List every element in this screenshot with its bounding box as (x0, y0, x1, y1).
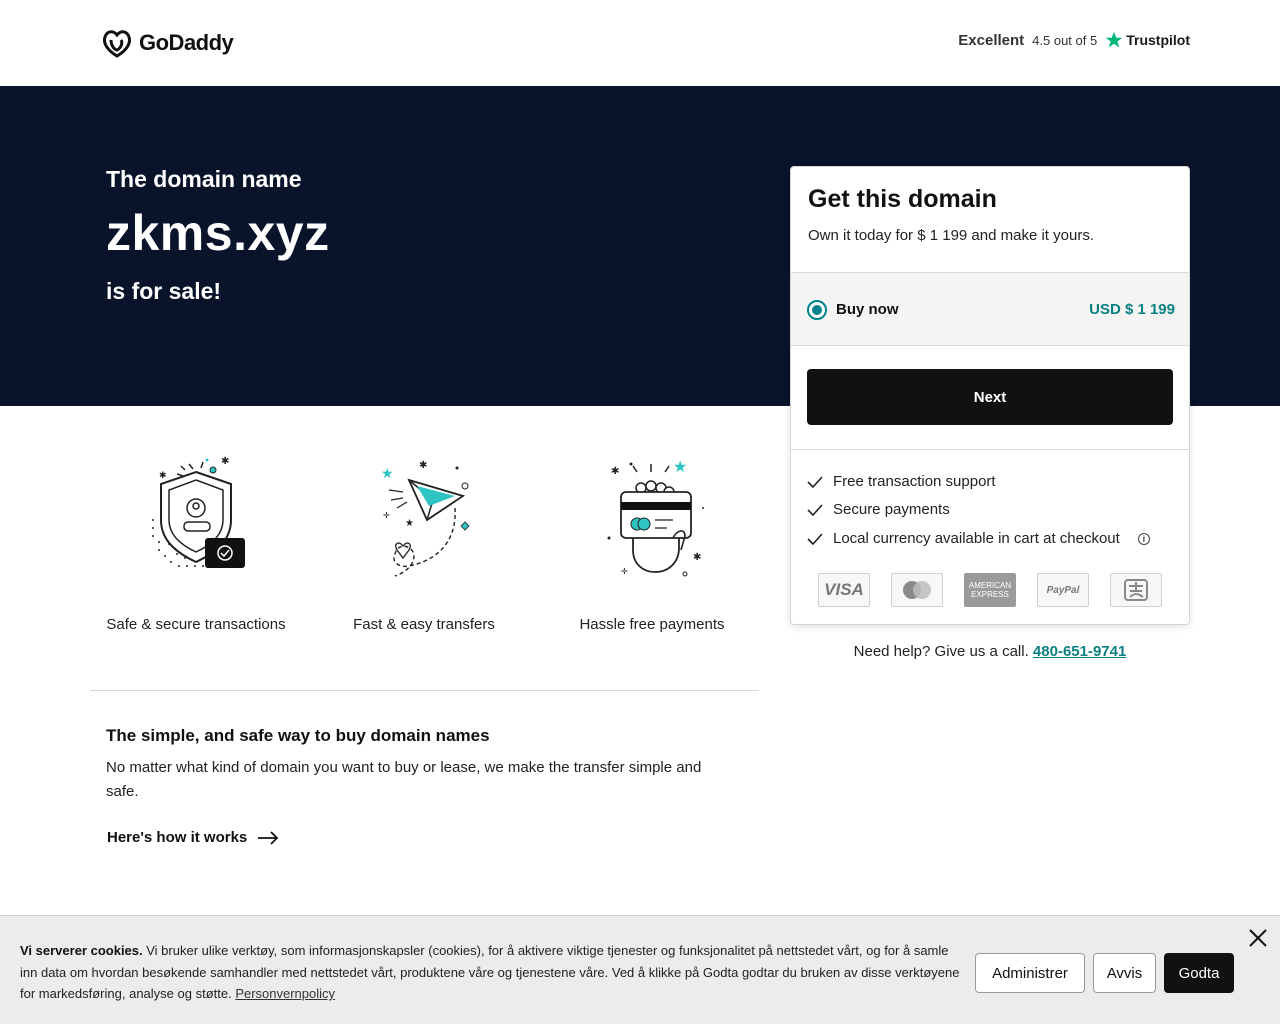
godaddy-logo[interactable]: GoDaddy (101, 28, 234, 58)
cookie-body: Vi bruker ulike verktøy, som informasjon… (20, 943, 960, 1001)
domain-name: zkms.xyz (106, 205, 330, 261)
svg-text:✱: ✱ (693, 552, 701, 563)
trustpilot-brand: Trustpilot (1126, 32, 1190, 48)
logo-text: GoDaddy (139, 30, 234, 55)
card-subtitle: Own it today for $ 1 199 and make it you… (808, 227, 1094, 244)
card-hand-icon: ★ ✱ ✱ ✛ (607, 459, 704, 577)
feature-label: Hassle free payments (579, 616, 725, 633)
buy-now-radio[interactable] (807, 300, 827, 320)
manage-cookies-button[interactable]: Administrer (975, 953, 1085, 993)
svg-text:✛: ✛ (621, 567, 628, 576)
help-text: Need help? Give us a call. (853, 643, 1029, 660)
feature-label: Fast & easy transfers (353, 616, 495, 633)
mastercard-icon (891, 573, 943, 607)
shield-icon: ✱ ✱ (152, 456, 245, 568)
trust-rating: 4.5 out of 5 (1032, 32, 1098, 48)
trustpilot-star-icon (1105, 31, 1123, 48)
check-icon (807, 503, 823, 516)
svg-text:✱: ✱ (419, 460, 427, 471)
feature-item: Local currency available in cart at chec… (807, 530, 1150, 547)
trust-excellent: Excellent (958, 31, 1025, 49)
purchase-card: Get this domain Own it today for $ 1 199… (790, 166, 1190, 625)
feature-payments: ★ ✱ ✱ ✛ Hassle free payments (552, 450, 752, 633)
svg-text:✱: ✱ (159, 470, 167, 480)
svg-text:★: ★ (673, 459, 687, 476)
trustpilot-logo: Trustpilot (1105, 31, 1190, 49)
buy-now-label: Buy now (836, 301, 899, 318)
hero-pre-text: The domain name (106, 166, 302, 192)
help-line: Need help? Give us a call. 480-651-9741 (790, 643, 1190, 660)
check-icon (807, 475, 823, 488)
paper-plane-icon: ★ ✱ ✛ ★ (381, 460, 470, 577)
info-title: The simple, and safe way to buy domain n… (106, 726, 490, 745)
payment-methods: VISA AMERICAN EXPRESS PayPal (818, 573, 1162, 607)
paypal-icon: PayPal (1037, 573, 1089, 607)
feature-secure: ✱ ✱ Safe & secure transactions (96, 450, 296, 633)
card-title: Get this domain (808, 185, 997, 213)
feature-item: Secure payments (807, 501, 950, 518)
hero-post-text: is for sale! (106, 278, 222, 304)
buy-now-price: USD $ 1 199 (1089, 301, 1175, 318)
feature-text: Free transaction support (833, 473, 996, 490)
buy-now-option[interactable]: Buy now USD $ 1 199 (791, 272, 1189, 346)
feature-text: Local currency available in cart at chec… (833, 530, 1120, 547)
privacy-policy-link[interactable]: Personvernpolicy (235, 986, 335, 1001)
svg-text:★: ★ (381, 465, 394, 481)
info-body: No matter what kind of domain you want t… (106, 759, 702, 800)
close-icon[interactable] (1248, 928, 1268, 948)
feature-transfer: ★ ✱ ✛ ★ Fast & easy transfers (324, 450, 524, 633)
accept-cookies-button[interactable]: Godta (1164, 953, 1234, 993)
visa-icon: VISA (818, 573, 870, 607)
reject-cookies-button[interactable]: Avvis (1093, 953, 1156, 993)
cookie-lead: Vi serverer cookies. (20, 943, 143, 958)
cookie-banner: Vi serverer cookies. Vi bruker ulike ver… (0, 915, 1280, 1024)
how-it-works-link[interactable]: Here's how it works (107, 829, 279, 846)
trustpilot-rating[interactable]: Excellent 4.5 out of 5 Trustpilot (958, 31, 1190, 49)
feature-text: Secure payments (833, 501, 950, 518)
cookie-text: Vi serverer cookies. Vi bruker ulike ver… (20, 940, 960, 1005)
feature-item: Free transaction support (807, 473, 996, 490)
card-divider (791, 449, 1189, 450)
site-header: GoDaddy Excellent 4.5 out of 5 Trustpilo… (0, 0, 1280, 86)
amex-icon: AMERICAN EXPRESS (964, 573, 1016, 607)
info-icon[interactable]: i (1137, 532, 1150, 545)
svg-text:✛: ✛ (383, 511, 390, 520)
help-phone-link[interactable]: 480-651-9741 (1033, 643, 1126, 660)
svg-text:★: ★ (405, 518, 414, 529)
check-icon (807, 532, 823, 545)
how-it-works-label: Here's how it works (107, 829, 248, 846)
arrow-right-icon (258, 830, 279, 845)
alipay-icon (1110, 573, 1162, 607)
next-button[interactable]: Next (807, 369, 1173, 425)
godaddy-heart-icon (103, 30, 131, 58)
section-divider (90, 690, 759, 691)
svg-text:✱: ✱ (611, 466, 619, 477)
feature-label: Safe & secure transactions (106, 616, 286, 633)
svg-text:✱: ✱ (221, 456, 229, 467)
